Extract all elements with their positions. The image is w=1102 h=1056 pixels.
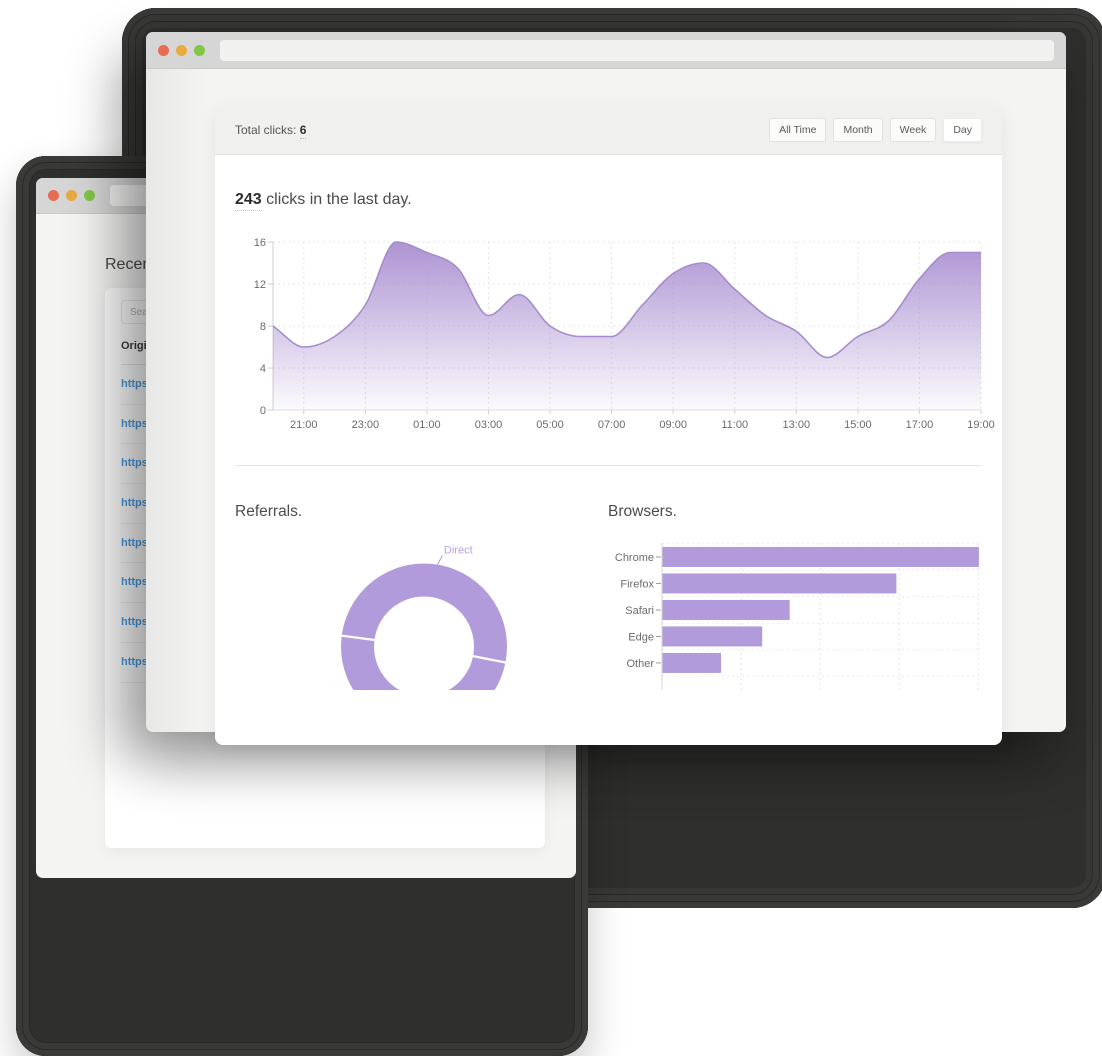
browsers-bar-chart[interactable]: Chrome Firefox Safari Edge Other [600,530,990,690]
url-bar[interactable] [220,40,1054,61]
svg-text:13:00: 13:00 [783,419,811,431]
svg-text:4: 4 [260,363,266,375]
total-clicks: Total clicks: 6 [235,123,306,137]
svg-text:0: 0 [260,405,266,417]
total-clicks-label: Total clicks: [235,123,300,137]
svg-text:19:00: 19:00 [967,419,995,431]
svg-text:Other: Other [626,658,654,670]
section-divider [235,465,982,466]
clicks-area-chart[interactable]: 0 4 8 12 16 21:00 23:00 01:00 03:00 05:00 07:00 09:… [233,230,1003,440]
clicks-headline: 243 clicks in the last day. [235,191,412,209]
svg-text:Chrome: Chrome [615,552,654,564]
zoom-window-icon[interactable] [84,190,95,201]
svg-text:07:00: 07:00 [598,419,626,431]
close-window-icon[interactable] [158,45,169,56]
filter-button-day[interactable]: Day [943,118,982,142]
close-window-icon[interactable] [48,190,59,201]
svg-text:12: 12 [254,279,266,291]
filter-button-week[interactable]: Week [890,118,937,142]
analytics-card: Total clicks: 6 All Time Month Week Day … [215,105,1002,745]
referrals-title: Referrals. [235,503,302,521]
zoom-window-icon[interactable] [194,45,205,56]
total-clicks-value: 6 [300,123,307,139]
main-window-titlebar [146,32,1066,69]
clicks-count: 243 [235,191,262,211]
svg-text:Direct: Direct [444,545,473,557]
svg-text:Firefox: Firefox [620,578,654,590]
browsers-title: Browsers. [608,503,677,521]
svg-text:Safari: Safari [625,605,654,617]
svg-text:01:00: 01:00 [413,419,441,431]
main-browser-window: Total clicks: 6 All Time Month Week Day … [146,32,1066,732]
minimize-window-icon[interactable] [66,190,77,201]
svg-text:05:00: 05:00 [536,419,564,431]
analytics-card-header: Total clicks: 6 All Time Month Week Day [215,105,1002,155]
minimize-window-icon[interactable] [176,45,187,56]
svg-text:Edge: Edge [628,631,654,643]
svg-text:17:00: 17:00 [906,419,934,431]
filter-button-month[interactable]: Month [833,118,882,142]
svg-text:03:00: 03:00 [475,419,503,431]
filter-button-all-time[interactable]: All Time [769,118,826,142]
time-range-filters: All Time Month Week Day [769,118,982,142]
svg-text:21:00: 21:00 [290,419,318,431]
clicks-headline-text: clicks in the last day. [262,191,412,208]
svg-text:8: 8 [260,321,266,333]
svg-text:23:00: 23:00 [352,419,380,431]
svg-text:11:00: 11:00 [721,419,748,431]
svg-text:15:00: 15:00 [844,419,872,431]
referrals-donut-chart[interactable]: Direct [315,530,535,690]
svg-text:16: 16 [254,237,266,249]
svg-text:09:00: 09:00 [659,419,687,431]
